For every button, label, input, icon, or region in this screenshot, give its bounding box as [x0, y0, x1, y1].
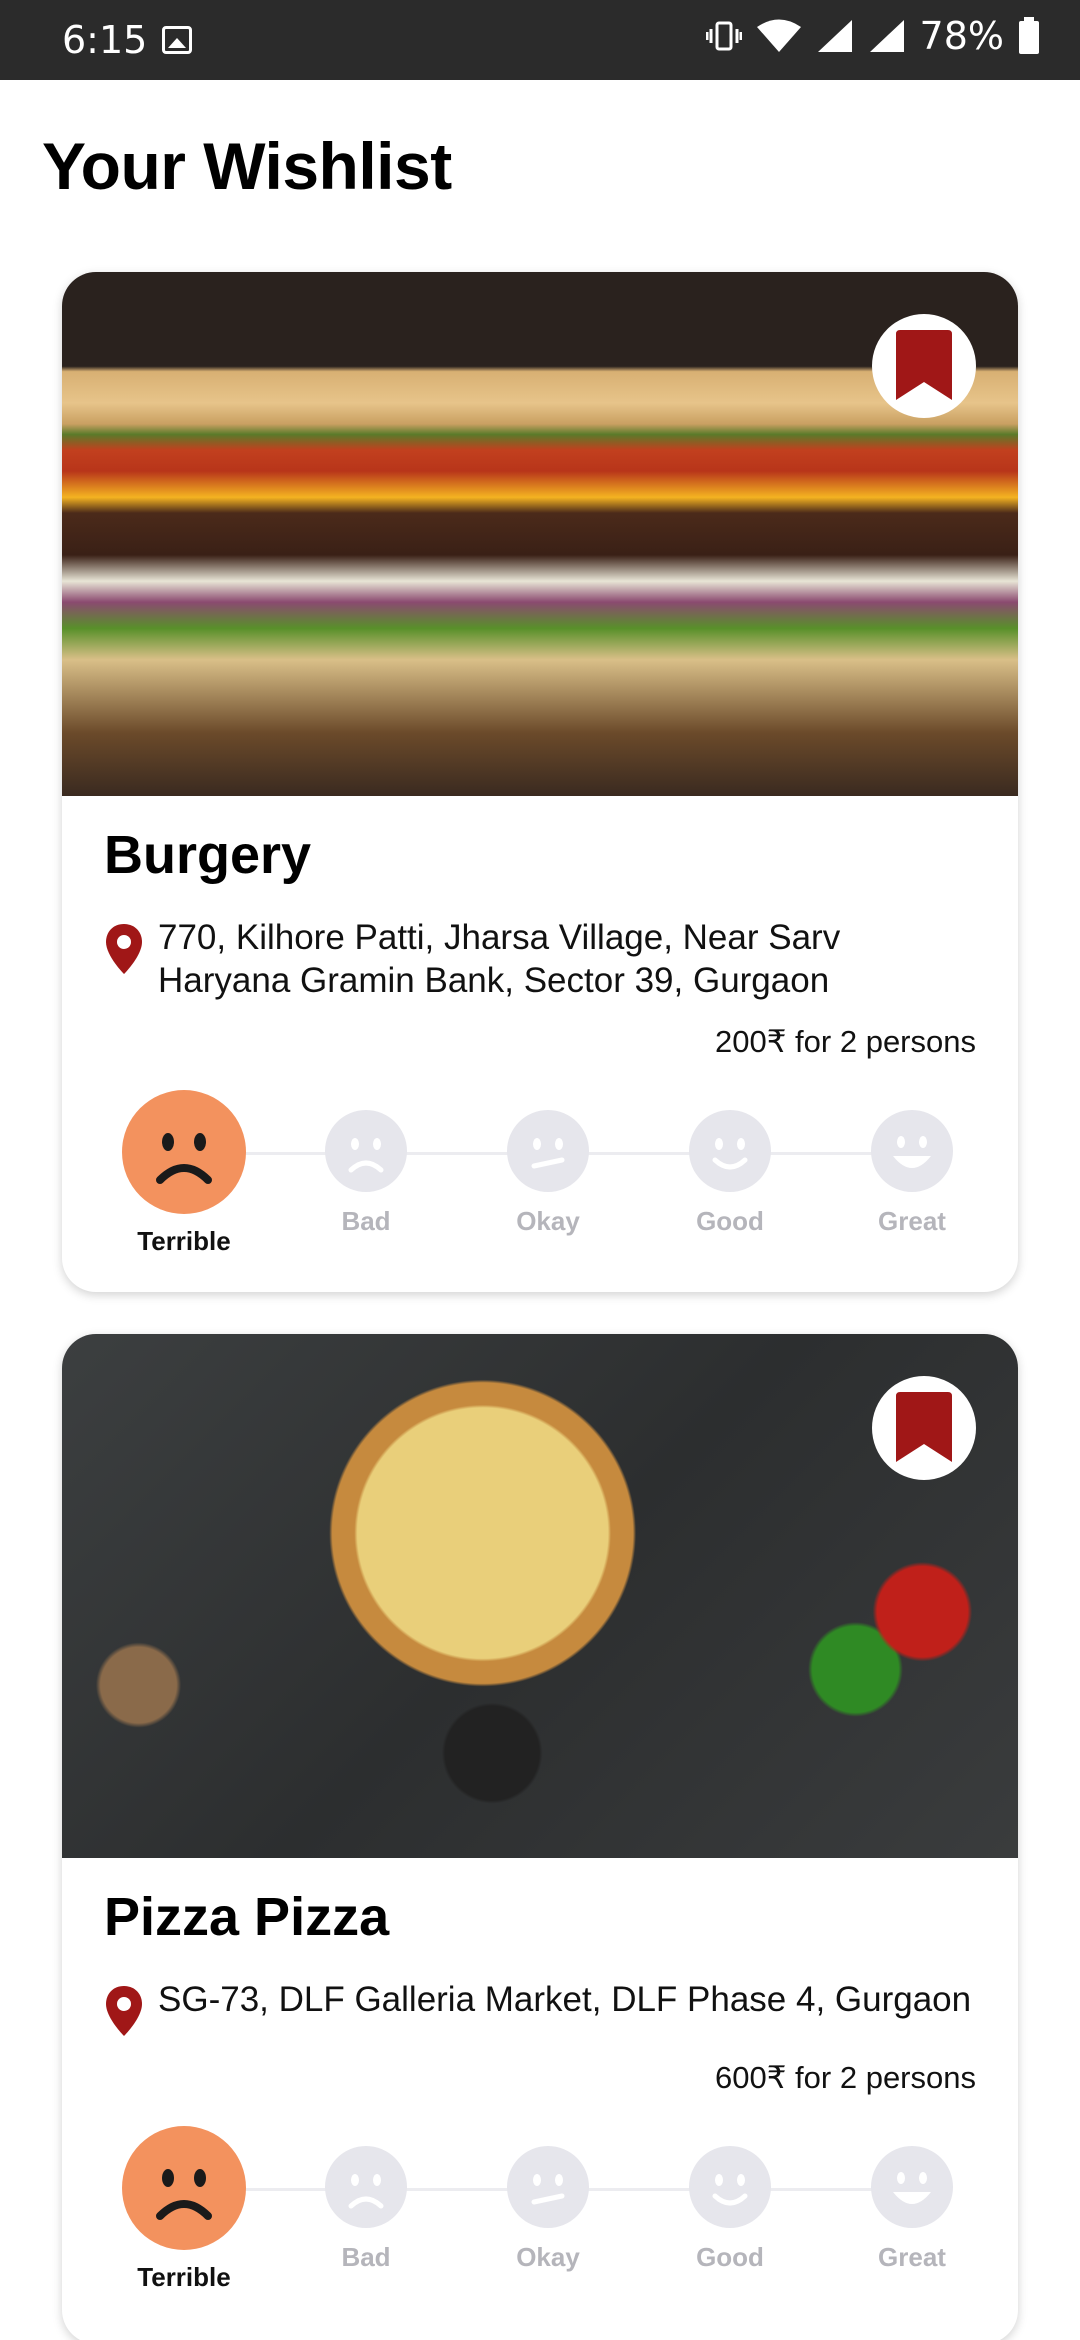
rating-bar[interactable]: Terrible Bad Okay Good Great — [104, 1080, 976, 1270]
terrible-face-icon[interactable] — [122, 1090, 246, 1214]
restaurant-image[interactable] — [62, 1334, 1018, 1858]
great-face-icon[interactable] — [871, 1110, 953, 1192]
rating-option-great[interactable]: Great — [832, 2116, 992, 2273]
restaurant-address: SG-73, DLF Galleria Market, DLF Phase 4,… — [158, 1980, 972, 2019]
rating-label: Good — [696, 1206, 764, 1236]
good-face-icon[interactable] — [689, 1110, 771, 1192]
bad-face-icon[interactable] — [325, 2146, 407, 2228]
bookmark-button[interactable] — [872, 314, 976, 418]
rating-option-terrible[interactable]: Terrible — [104, 1080, 264, 1257]
rating-label: Okay — [516, 2242, 580, 2272]
battery-icon — [1019, 17, 1039, 54]
bad-face-icon[interactable] — [325, 1110, 407, 1192]
rating-option-okay[interactable]: Okay — [468, 1080, 628, 1237]
rating-label: Terrible — [137, 2262, 231, 2292]
rating-label: Great — [878, 1206, 946, 1236]
bookmark-button[interactable] — [872, 1376, 976, 1480]
page-title: Your Wishlist — [42, 129, 452, 203]
rating-label: Bad — [341, 2242, 391, 2272]
address-row: SG-73, DLF Galleria Market, DLF Phase 4,… — [104, 1978, 976, 2038]
signal-x-icon — [869, 20, 904, 52]
image-notification-icon — [162, 26, 192, 54]
rating-bar[interactable]: Terrible Bad Okay Good Great — [104, 2116, 976, 2306]
bookmark-icon — [896, 1392, 952, 1462]
restaurant-card[interactable]: Pizza Pizza SG-73, DLF Galleria Market, … — [62, 1334, 1018, 2340]
rating-option-bad[interactable]: Bad — [286, 2116, 446, 2273]
rating-label: Terrible — [137, 1226, 231, 1256]
restaurant-card[interactable]: Burgery 770, Kilhore Patti, Jharsa Villa… — [62, 272, 1018, 1292]
status-icons: 78% — [705, 14, 1040, 58]
price-for-two: 600₹ for 2 persons — [715, 2060, 976, 2095]
price-for-two: 200₹ for 2 persons — [715, 1024, 976, 1059]
restaurant-name: Burgery — [104, 825, 312, 885]
rating-option-bad[interactable]: Bad — [286, 1080, 446, 1237]
great-face-icon[interactable] — [871, 2146, 953, 2228]
wifi-icon — [756, 19, 801, 52]
rating-option-good[interactable]: Good — [650, 1080, 810, 1237]
rating-option-okay[interactable]: Okay — [468, 2116, 628, 2273]
terrible-face-icon[interactable] — [122, 2126, 246, 2250]
okay-face-icon[interactable] — [507, 1110, 589, 1192]
restaurant-name: Pizza Pizza — [104, 1887, 390, 1947]
battery-percent: 78% — [919, 14, 1004, 58]
rating-label: Okay — [516, 1206, 580, 1236]
rating-label: Great — [878, 2242, 946, 2272]
status-bar: 6:15 78% — [0, 0, 1080, 80]
status-time: 6:15 — [62, 18, 148, 62]
location-pin-icon — [106, 1986, 142, 2036]
rating-option-terrible[interactable]: Terrible — [104, 2116, 264, 2293]
rating-label: Good — [696, 2242, 764, 2272]
okay-face-icon[interactable] — [507, 2146, 589, 2228]
restaurant-image[interactable] — [62, 272, 1018, 796]
rating-label: Bad — [341, 1206, 391, 1236]
address-row: 770, Kilhore Patti, Jharsa Village, Near… — [104, 916, 976, 1002]
location-pin-icon — [106, 924, 142, 974]
vibrate-icon — [705, 21, 742, 51]
signal-r-icon — [817, 20, 852, 52]
restaurant-address: 770, Kilhore Patti, Jharsa Village, Near… — [158, 918, 841, 1000]
rating-option-great[interactable]: Great — [832, 1080, 992, 1237]
good-face-icon[interactable] — [689, 2146, 771, 2228]
rating-option-good[interactable]: Good — [650, 2116, 810, 2273]
bookmark-icon — [896, 330, 952, 400]
